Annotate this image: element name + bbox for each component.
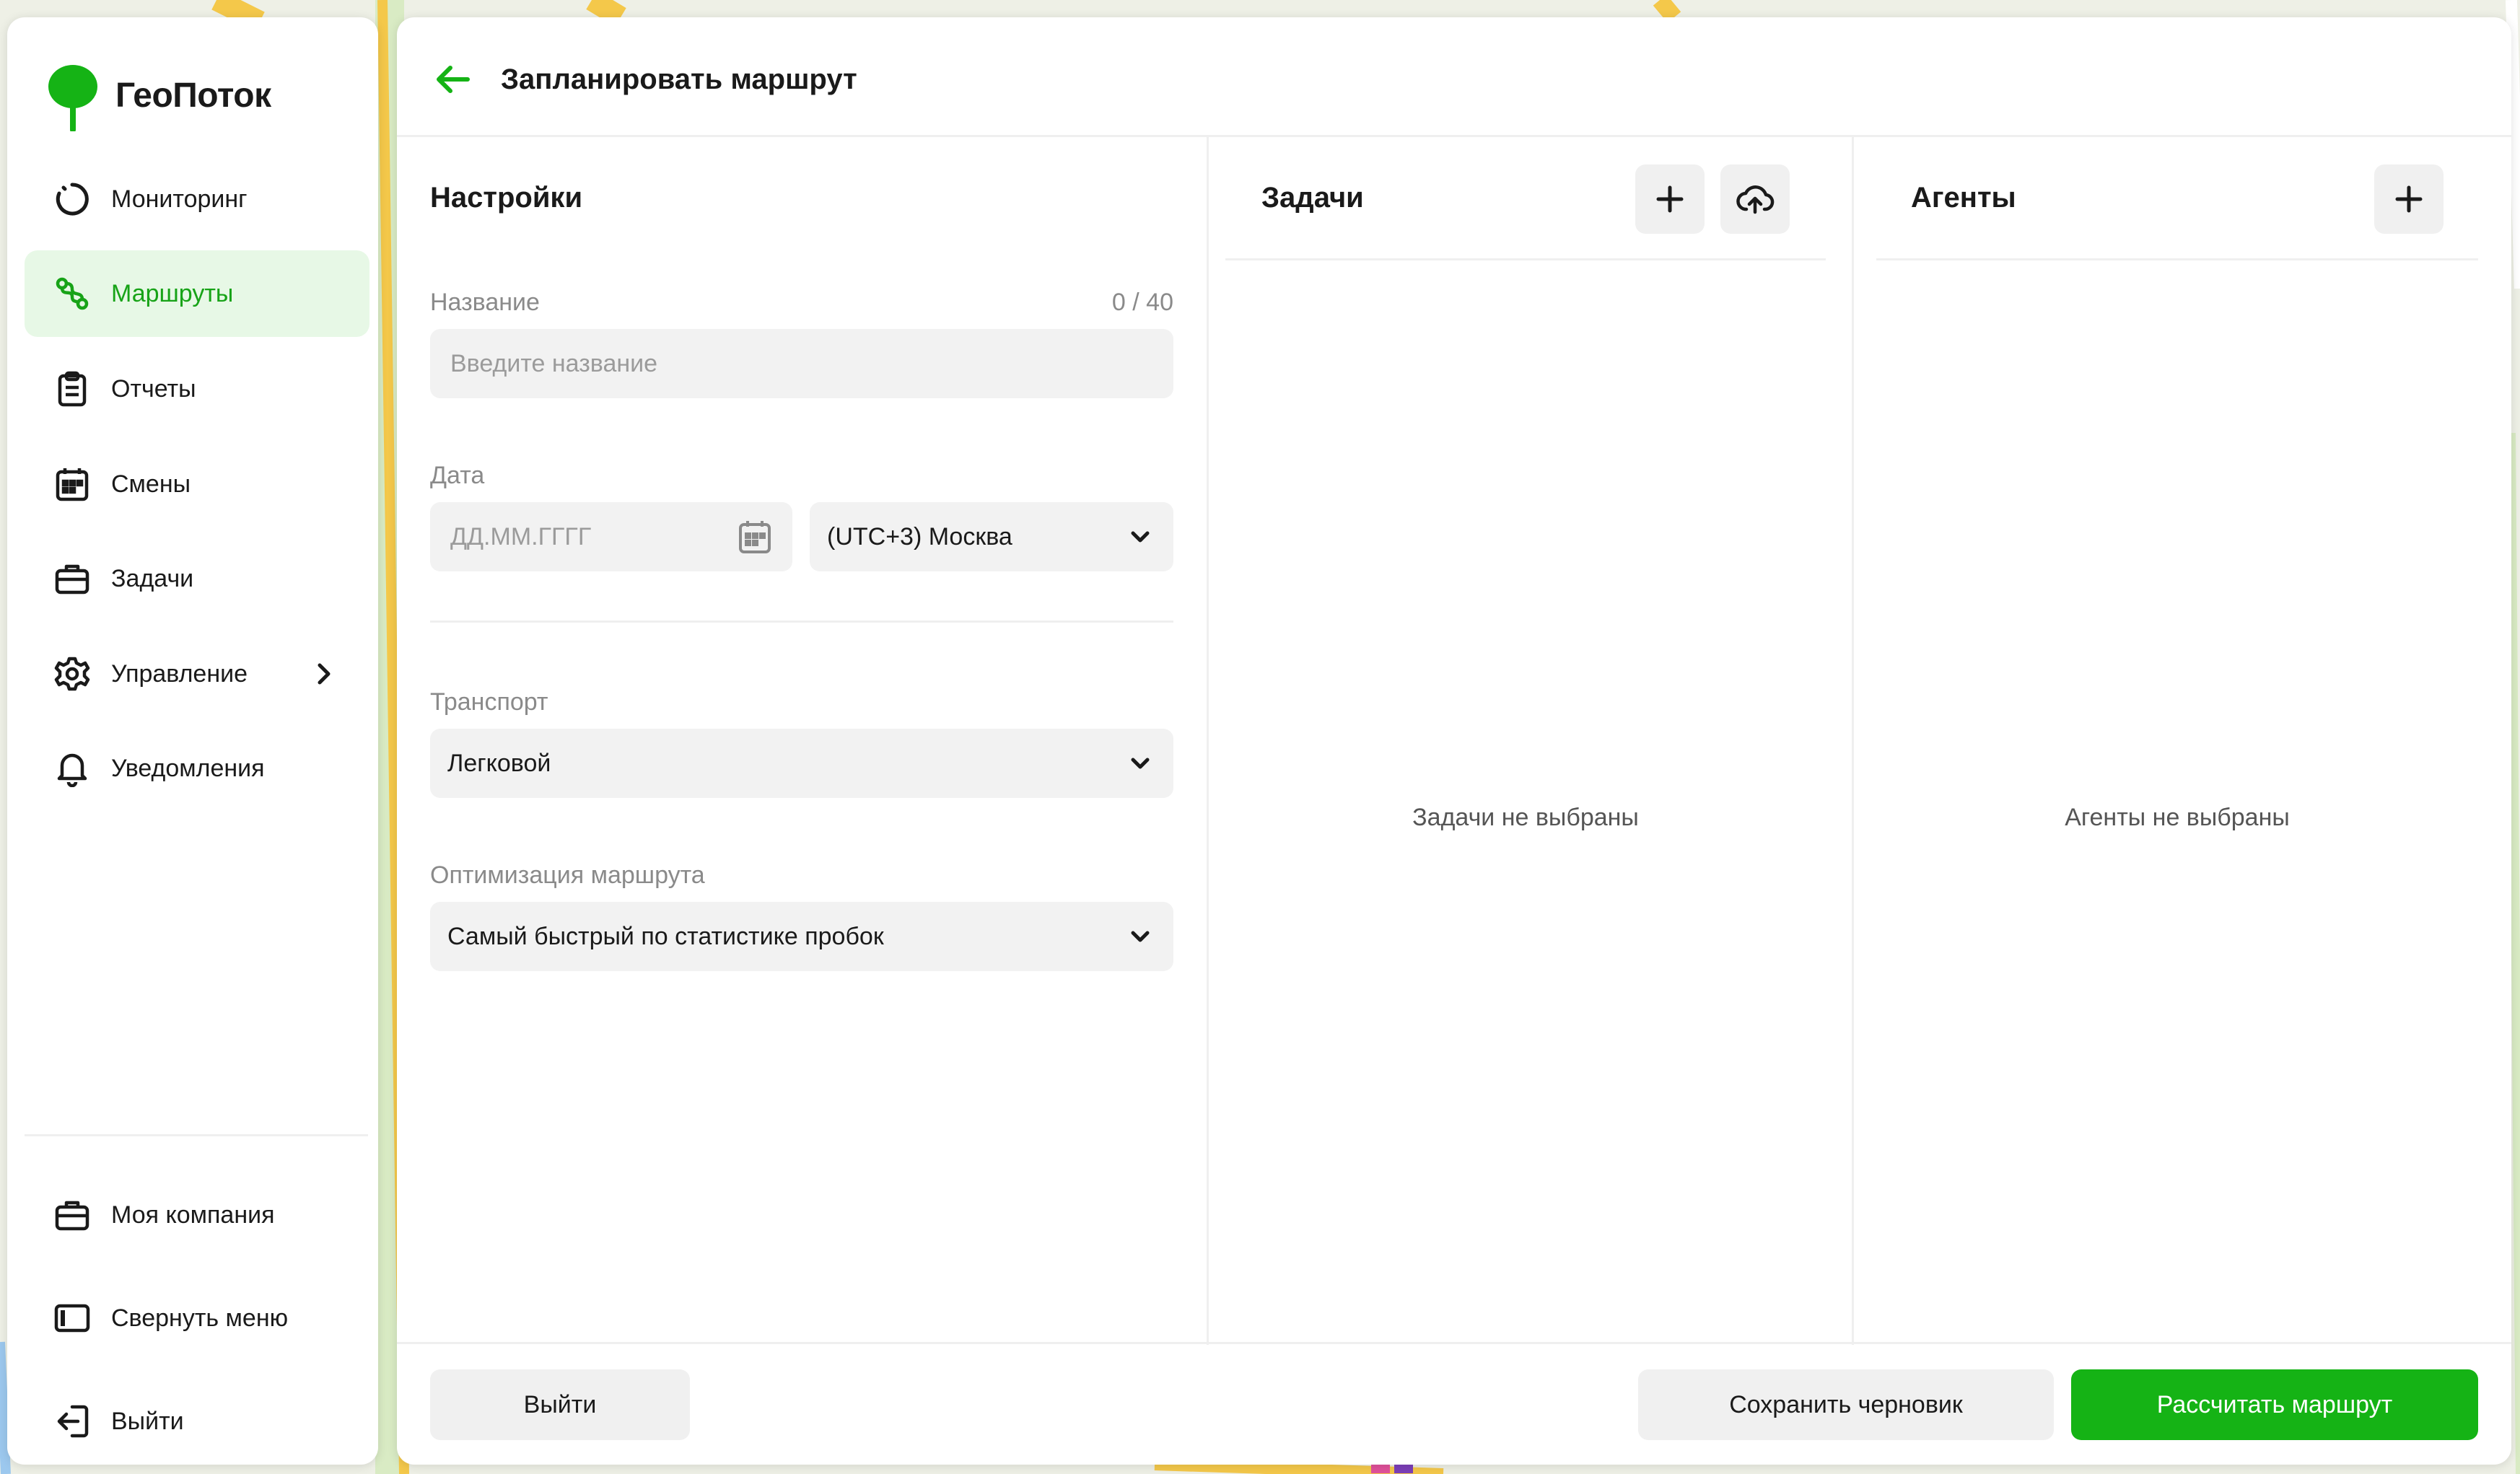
sidebar: ГеоПоток Мониторинг Маршруты Отчеты Смен… (7, 17, 378, 1465)
chevron-right-icon (318, 663, 331, 685)
save-draft-button[interactable]: Сохранить черновик (1638, 1369, 2054, 1440)
footer-divider (397, 1342, 2511, 1344)
optimization-select[interactable]: Самый быстрый по статистике пробок (430, 902, 1173, 971)
sidebar-collapse-icon (53, 1299, 91, 1337)
sidebar-divider (25, 1134, 368, 1136)
page-header: Запланировать маршрут (397, 17, 2511, 137)
loader-circle-icon (53, 180, 91, 218)
route-icon (53, 275, 91, 312)
tasks-title: Задачи (1261, 182, 1364, 214)
sidebar-item-management[interactable]: Управление (25, 631, 369, 717)
sidebar-item-my-company[interactable]: Моя компания (25, 1172, 369, 1258)
calculate-route-button[interactable]: Рассчитать маршрут (2071, 1369, 2478, 1440)
sidebar-item-label: Управление (111, 659, 248, 688)
cloud-upload-icon (1736, 185, 1775, 214)
sidebar-item-tasks[interactable]: Задачи (25, 535, 369, 622)
sidebar-item-collapse-menu[interactable]: Свернуть меню (25, 1275, 369, 1361)
name-label: Название (430, 289, 540, 316)
arrow-left-icon[interactable] (433, 59, 473, 100)
optimization-label: Оптимизация маршрута (430, 861, 705, 889)
settings-divider (430, 620, 1173, 623)
transport-label: Транспорт (430, 688, 548, 716)
calendar-icon[interactable] (736, 518, 774, 556)
calendar-icon (53, 465, 91, 503)
upload-tasks-button[interactable] (1720, 164, 1790, 234)
clipboard-icon (53, 370, 91, 408)
briefcase-icon (53, 1196, 91, 1234)
bell-icon (53, 750, 91, 787)
add-agent-button[interactable] (2374, 164, 2444, 234)
plus-icon (2395, 185, 2423, 213)
date-label: Дата (430, 462, 485, 489)
sidebar-item-monitoring[interactable]: Мониторинг (25, 156, 369, 242)
sidebar-item-label: Смены (111, 470, 191, 498)
chevron-down-icon (1131, 531, 1150, 543)
sidebar-item-label: Маршруты (111, 279, 234, 307)
agents-title: Агенты (1911, 182, 2016, 214)
exit-button[interactable]: Выйти (430, 1369, 690, 1440)
sidebar-item-label: Свернуть меню (111, 1304, 289, 1332)
add-task-button[interactable] (1635, 164, 1705, 234)
column-divider (1207, 137, 1209, 1345)
tasks-header-divider (1225, 258, 1826, 260)
sidebar-item-label: Отчеты (111, 374, 196, 403)
sidebar-item-label: Мониторинг (111, 185, 248, 213)
transport-select[interactable]: Легковой (430, 729, 1173, 798)
tasks-empty-state: Задачи не выбраны (1412, 804, 1639, 831)
date-field[interactable] (430, 502, 792, 571)
route-planner-panel: Запланировать маршрут Настройки Название… (397, 17, 2511, 1465)
page-title: Запланировать маршрут (501, 63, 857, 95)
sidebar-item-label: Выйти (111, 1407, 184, 1435)
app-logo[interactable]: ГеоПоток (45, 52, 271, 139)
optimization-value: Самый быстрый по статистике пробок (447, 922, 884, 950)
briefcase-icon (53, 560, 91, 597)
name-counter: 0 / 40 (1111, 289, 1173, 316)
sidebar-item-routes[interactable]: Маршруты (25, 250, 369, 337)
chevron-down-icon (1131, 758, 1150, 769)
settings-title: Настройки (430, 182, 583, 214)
gear-icon (53, 655, 91, 693)
sidebar-item-reports[interactable]: Отчеты (25, 346, 369, 432)
chevron-down-icon (1131, 931, 1150, 942)
sidebar-item-label: Задачи (111, 564, 194, 592)
timezone-value: (UTC+3) Москва (827, 522, 1012, 550)
app-name: ГеоПоток (115, 76, 271, 115)
leaf-logo-icon (48, 65, 97, 131)
sidebar-item-shifts[interactable]: Смены (25, 441, 369, 527)
sidebar-item-label: Моя компания (111, 1201, 275, 1229)
sidebar-item-notifications[interactable]: Уведомления (25, 725, 369, 812)
logout-icon (53, 1403, 91, 1440)
column-divider (1852, 137, 1854, 1345)
sidebar-item-label: Уведомления (111, 754, 265, 782)
agents-header-divider (1876, 258, 2478, 260)
name-input[interactable] (430, 329, 1173, 398)
sidebar-item-logout[interactable]: Выйти (25, 1378, 369, 1465)
timezone-select[interactable]: (UTC+3) Москва (810, 502, 1173, 571)
plus-icon (1656, 185, 1684, 213)
transport-value: Легковой (447, 749, 551, 777)
agents-empty-state: Агенты не выбраны (2065, 804, 2290, 831)
